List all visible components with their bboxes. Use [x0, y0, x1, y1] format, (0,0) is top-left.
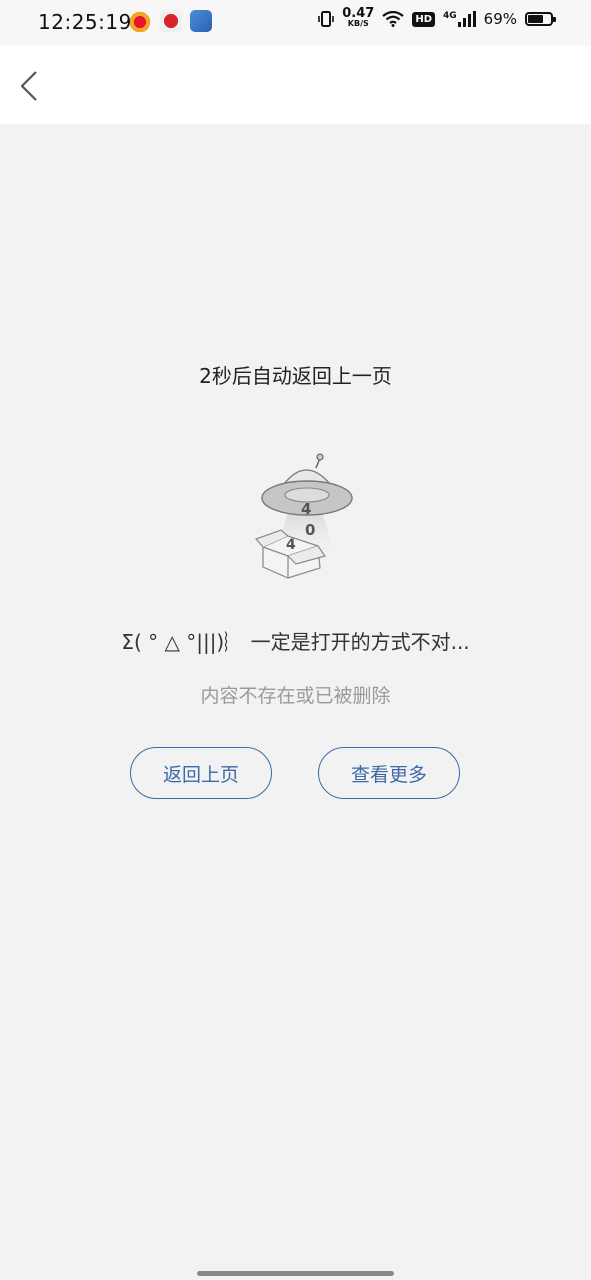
system-icons: 0.47 KB/S HD 4G 69% — [318, 6, 556, 29]
chevron-left-icon — [20, 71, 37, 101]
network-type-label: 4G — [443, 11, 457, 21]
view-more-button[interactable]: 查看更多 — [318, 747, 460, 799]
countdown-text: 2秒后自动返回上一页 — [199, 364, 392, 388]
vibrate-icon — [318, 11, 335, 27]
nav-bar — [0, 46, 591, 124]
stock-app-icon — [190, 10, 212, 32]
wifi-icon — [382, 11, 405, 27]
battery-percent: 69% — [483, 10, 517, 28]
battery-fill — [528, 15, 543, 23]
ufo-404-illustration: 4 0 4 — [254, 453, 353, 579]
back-button[interactable] — [10, 64, 52, 106]
signal-icon — [457, 11, 476, 27]
signal-group: 4G — [443, 11, 476, 27]
digit-box: 4 — [286, 537, 296, 553]
battery-icon — [525, 12, 556, 26]
home-indicator[interactable] — [197, 1271, 394, 1276]
status-time: 12:25:19 — [38, 10, 132, 34]
error-headline: Σ( ° △ °|||)︴ 一定是打开的方式不对... — [121, 630, 470, 654]
news-app-icon — [160, 10, 182, 32]
digit-top: 4 — [301, 500, 311, 518]
status-bar: 12:25:19 0.47 KB/S HD 4G 69% — [0, 0, 591, 46]
hd-badge: HD — [412, 11, 435, 27]
digit-middle: 0 — [305, 521, 315, 539]
net-speed: 0.47 KB/S — [342, 6, 375, 28]
return-previous-page-button[interactable]: 返回上页 — [130, 747, 272, 799]
error-subtext: 内容不存在或已被删除 — [200, 685, 391, 707]
weibo-icon — [130, 10, 152, 32]
notification-icons — [130, 10, 212, 32]
